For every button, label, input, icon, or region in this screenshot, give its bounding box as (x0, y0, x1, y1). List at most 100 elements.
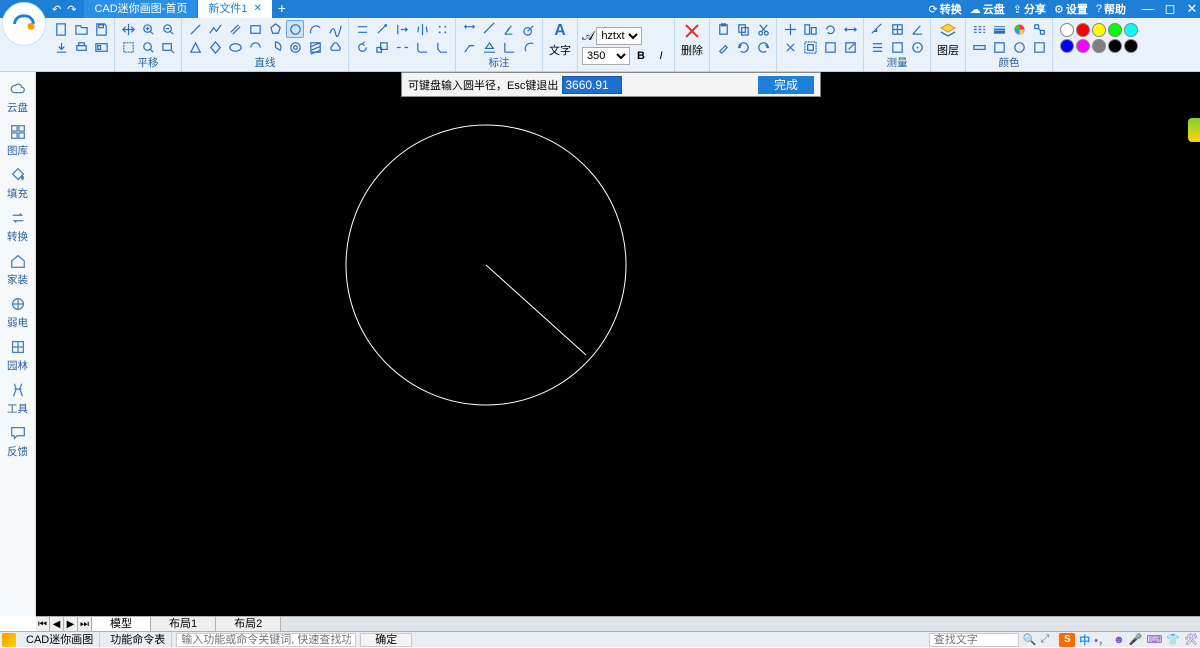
text-tool-icon[interactable]: A (550, 20, 570, 42)
tray-skin-icon[interactable]: 👕 (1166, 633, 1180, 646)
brush-icon[interactable] (714, 38, 732, 56)
ok-button[interactable]: 确定 (360, 633, 412, 647)
match-icon[interactable] (1030, 20, 1048, 38)
nav-back-icon[interactable]: ↶ (50, 3, 63, 16)
export-icon[interactable] (52, 38, 70, 56)
drawing-canvas[interactable]: 可键盘输入圆半径，Esc键退出 完成 (36, 72, 1200, 616)
color-swatch[interactable] (1076, 23, 1090, 37)
coord-icon[interactable] (500, 38, 518, 56)
app-logo[interactable] (2, 2, 46, 46)
offset-icon[interactable] (353, 20, 371, 38)
color-swatch[interactable] (1092, 39, 1106, 53)
double-line-icon[interactable] (226, 20, 244, 38)
sidebar-item-weak[interactable]: 弱电 (2, 293, 34, 332)
cloud-icon[interactable] (326, 38, 344, 56)
expand-icon[interactable]: ⤢ (1040, 633, 1049, 646)
done-button[interactable]: 完成 (758, 76, 814, 94)
new-file-icon[interactable] (52, 20, 70, 38)
sidebar-item-fill[interactable]: 填充 (2, 164, 34, 203)
menu-cloud[interactable]: ☁ 云盘 (970, 1, 1005, 17)
props3-icon[interactable] (1010, 38, 1028, 56)
tab-model[interactable]: 模型 (92, 617, 151, 631)
sidebar-item-cloud[interactable]: 云盘 (2, 78, 34, 117)
stretch-icon[interactable] (841, 20, 859, 38)
rotate-icon[interactable] (353, 38, 371, 56)
open-icon[interactable] (72, 20, 90, 38)
dim-linear-icon[interactable] (460, 20, 478, 38)
color-swatch[interactable] (1092, 23, 1106, 37)
circle-icon[interactable] (286, 20, 304, 38)
extend-icon[interactable] (393, 20, 411, 38)
side-bubble[interactable] (1188, 118, 1200, 142)
spline-icon[interactable] (326, 20, 344, 38)
triangle-icon[interactable] (186, 38, 204, 56)
props4-icon[interactable] (1030, 38, 1048, 56)
color-swatch[interactable] (1076, 39, 1090, 53)
polygon-icon[interactable] (266, 20, 284, 38)
hatch-icon[interactable] (306, 38, 324, 56)
zoom-window-icon[interactable] (159, 38, 177, 56)
move-icon[interactable] (781, 20, 799, 38)
maximize-icon[interactable]: ◻ (1162, 1, 1178, 17)
menu-share[interactable]: ⇪ 分享 (1013, 1, 1046, 17)
tab-first-icon[interactable]: ⏮ (36, 617, 50, 631)
bylayer-icon[interactable] (970, 38, 988, 56)
block-icon[interactable] (821, 38, 839, 56)
donut-icon[interactable] (286, 38, 304, 56)
tray-punct-icon[interactable]: •， (1094, 632, 1109, 648)
save-icon[interactable] (92, 20, 110, 38)
rhombus-icon[interactable] (206, 38, 224, 56)
ellipse-icon[interactable] (226, 38, 244, 56)
group-icon[interactable] (801, 38, 819, 56)
explode-icon[interactable] (781, 38, 799, 56)
color-swatch[interactable] (1108, 23, 1122, 37)
color-swatch[interactable] (1060, 39, 1074, 53)
chamfer-icon[interactable] (433, 38, 451, 56)
radius-input[interactable] (562, 76, 622, 94)
sidebar-item-garden[interactable]: 园林 (2, 336, 34, 375)
tab-layout1[interactable]: 布局1 (151, 617, 216, 631)
rect-icon[interactable] (246, 20, 264, 38)
tray-tool-icon[interactable]: 🛠 (1184, 633, 1198, 646)
lineweight-icon[interactable] (990, 20, 1008, 38)
add-tab-button[interactable]: + (273, 0, 291, 18)
angle2-icon[interactable] (908, 20, 926, 38)
redo-icon[interactable] (754, 38, 772, 56)
cut-icon[interactable] (754, 20, 772, 38)
tab-prev-icon[interactable]: ◀ (50, 617, 64, 631)
fillet-icon[interactable] (413, 38, 431, 56)
color-swatch[interactable] (1124, 39, 1138, 53)
tab-file1[interactable]: 新文件1 ✕ (198, 0, 273, 18)
close-window-icon[interactable]: ✕ (1184, 1, 1200, 17)
scale-icon[interactable] (373, 38, 391, 56)
pan-icon[interactable] (119, 20, 137, 38)
color-swatch[interactable] (1124, 23, 1138, 37)
mirror-icon[interactable] (413, 20, 431, 38)
sidebar-item-home[interactable]: 家装 (2, 250, 34, 289)
tray-face-icon[interactable]: ☻ (1113, 634, 1125, 646)
bold-icon[interactable]: B (632, 47, 650, 65)
tab-layout2[interactable]: 布局2 (216, 617, 281, 631)
undo-icon[interactable] (734, 38, 752, 56)
dim-align-icon[interactable] (480, 20, 498, 38)
tab-last-icon[interactable]: ⏭ (78, 617, 92, 631)
sidebar-item-feedback[interactable]: 反馈 (2, 422, 34, 461)
array-icon[interactable] (433, 20, 451, 38)
polyline-icon[interactable] (206, 20, 224, 38)
sidebar-item-tools[interactable]: 工具 (2, 379, 34, 418)
area-icon[interactable] (888, 20, 906, 38)
arc-dim-icon[interactable] (520, 38, 538, 56)
menu-settings[interactable]: ⚙ 设置 (1054, 1, 1088, 17)
color-wheel-icon[interactable] (1010, 20, 1028, 38)
selection-icon[interactable] (119, 38, 137, 56)
sidebar-item-library[interactable]: 图库 (2, 121, 34, 160)
id-icon[interactable] (908, 38, 926, 56)
linetype-icon[interactable] (970, 20, 988, 38)
print-icon[interactable] (72, 38, 90, 56)
dim-angle-icon[interactable] (500, 20, 518, 38)
arc-icon[interactable] (306, 20, 324, 38)
fontsize-select[interactable]: 350 (582, 47, 630, 65)
dist-icon[interactable] (868, 20, 886, 38)
find-input[interactable] (929, 633, 1019, 647)
sogou-ime-icon[interactable]: S (1059, 633, 1075, 647)
